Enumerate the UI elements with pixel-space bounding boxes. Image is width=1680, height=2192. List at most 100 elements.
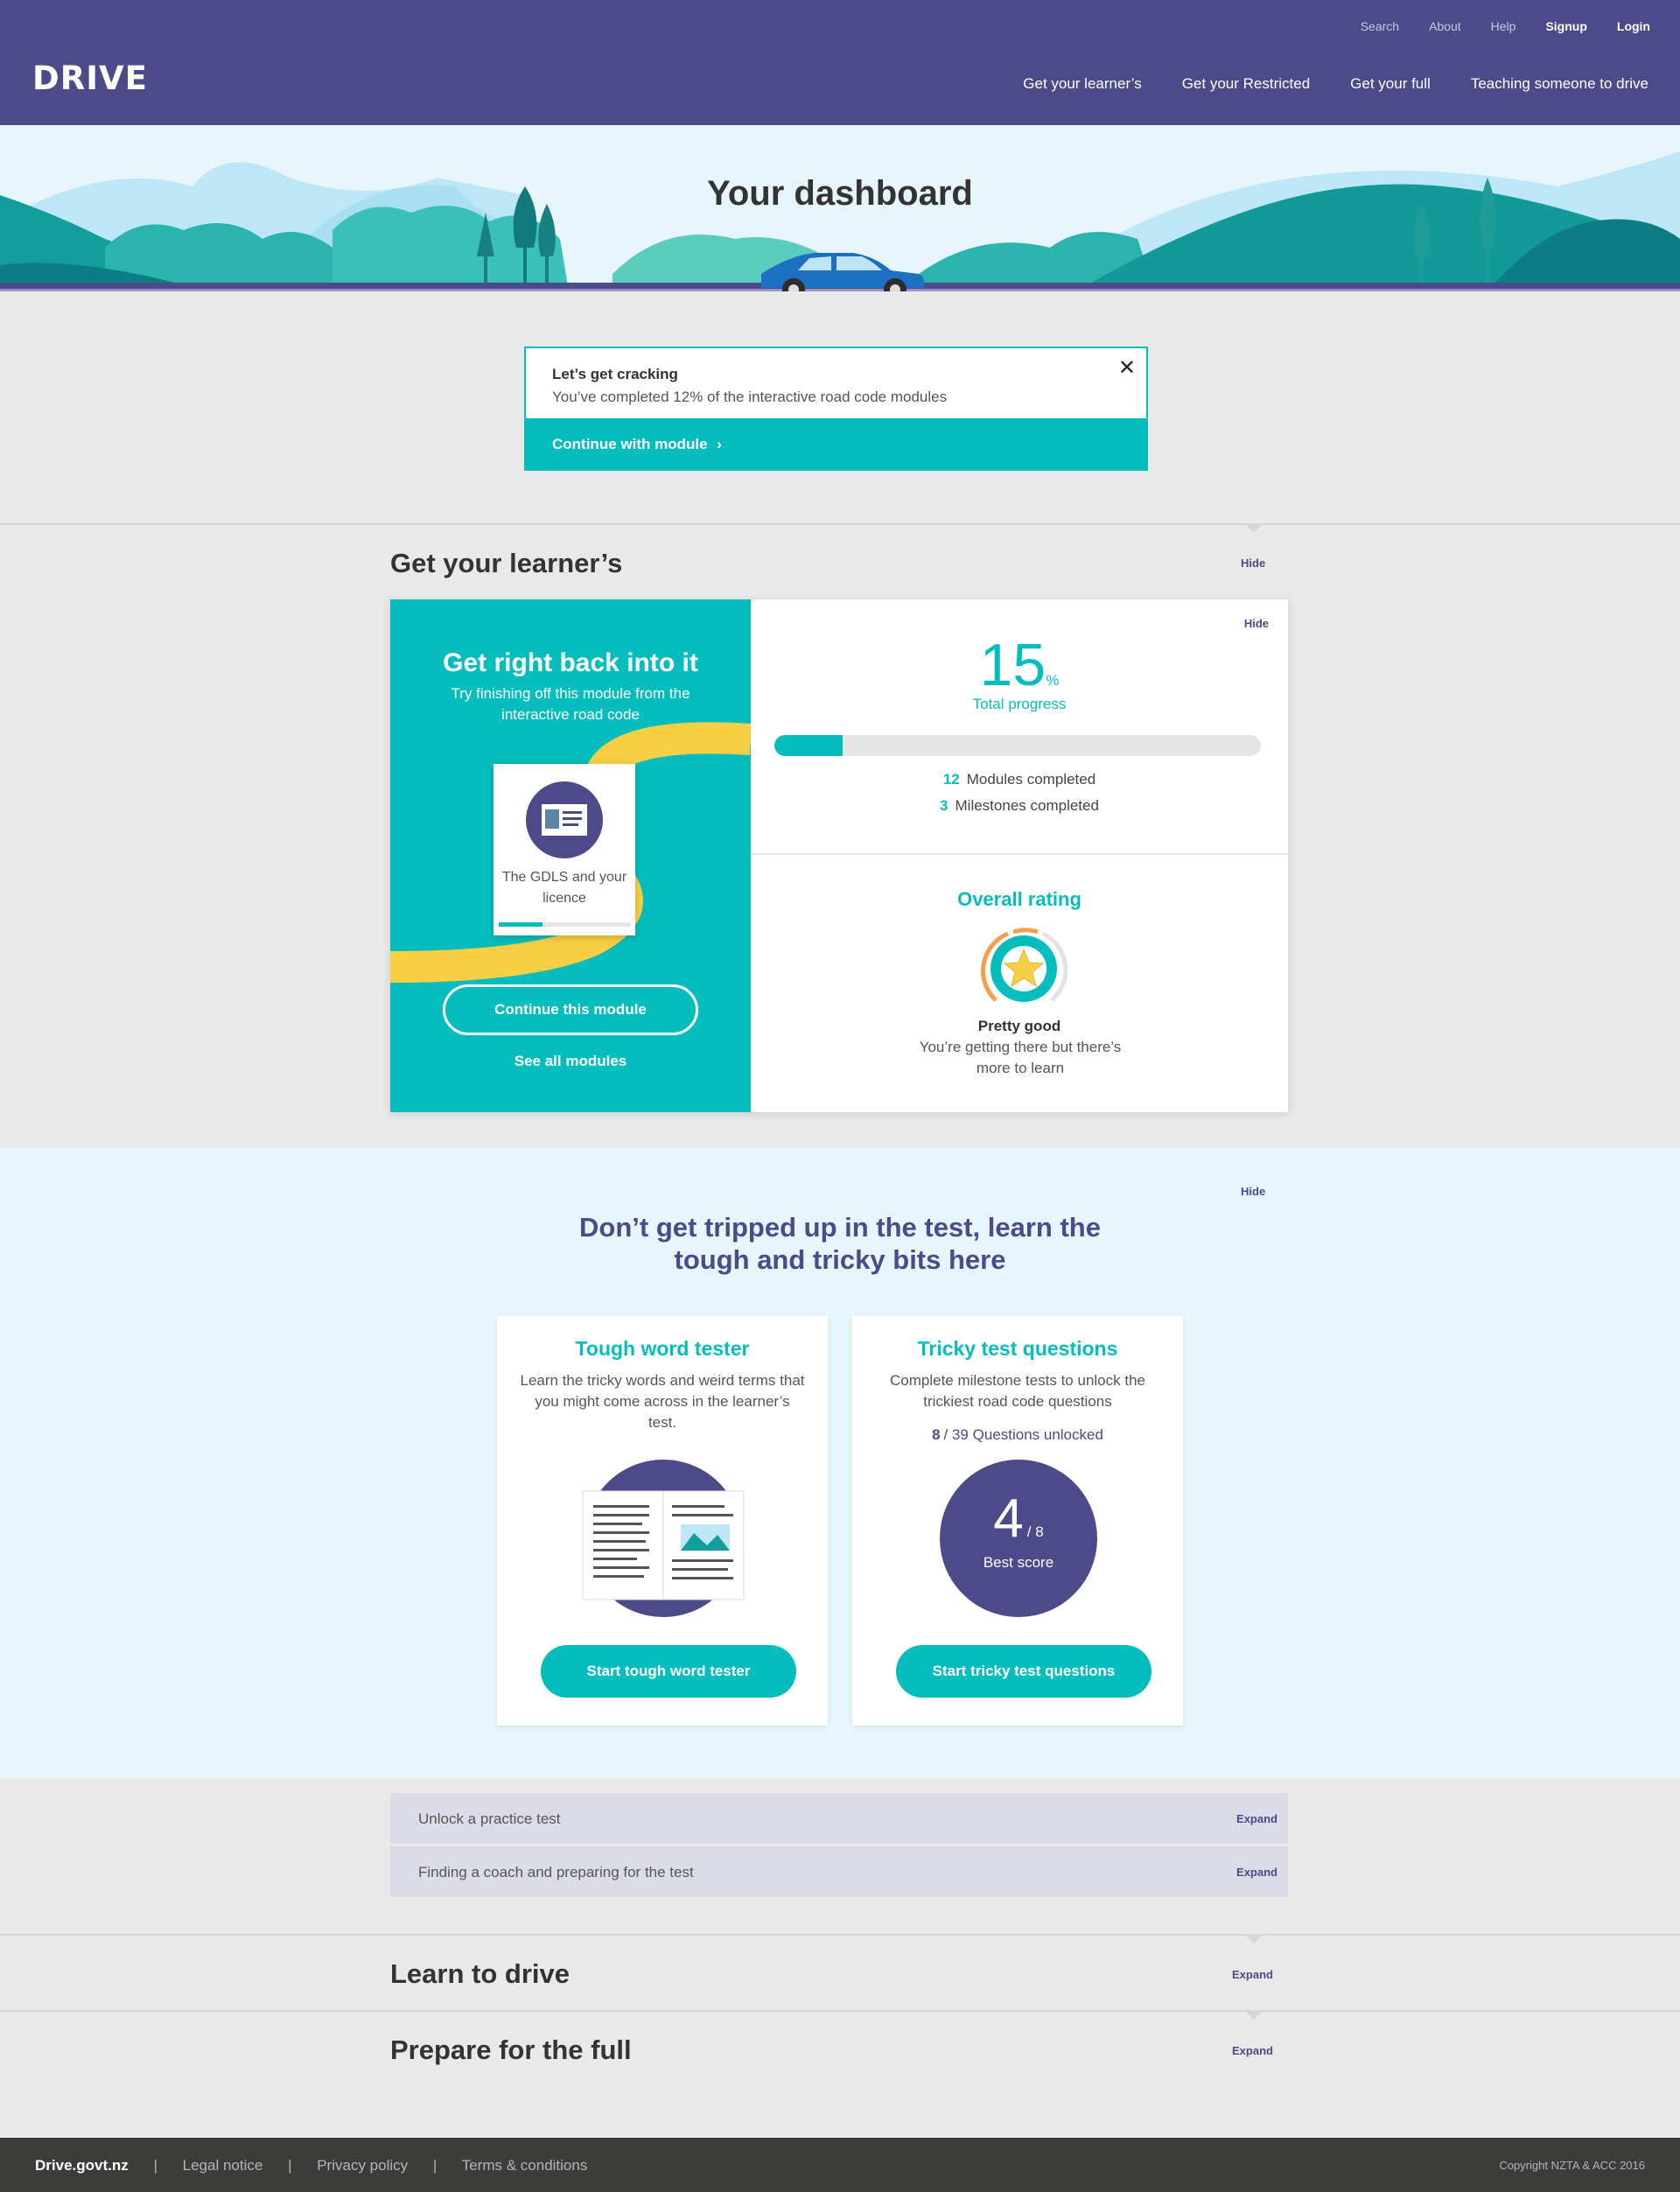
start-tricky-questions-button[interactable]: Start tricky test questions xyxy=(896,1645,1152,1698)
best-score-number: 4 xyxy=(993,1488,1024,1549)
caret-down-icon xyxy=(1246,2012,1262,2020)
tricky-questions-description: Complete milestone tests to unlock the t… xyxy=(890,1372,1145,1410)
learner-progress-card: Get right back into it Try finishing off… xyxy=(390,599,1288,1112)
footer-brand-link[interactable]: Drive.govt.nz xyxy=(35,2157,129,2174)
continue-this-module-button[interactable]: Continue this module xyxy=(443,984,698,1035)
main-nav-full[interactable]: Get your full xyxy=(1350,75,1431,93)
notice-title: Let’s get cracking xyxy=(552,366,678,382)
section-title-learn-to-drive: Learn to drive xyxy=(390,1958,570,1989)
main-nav: Get your learner’s Get your Restricted G… xyxy=(983,75,1648,93)
open-book-icon xyxy=(582,1460,745,1617)
milestones-completed-stat: 3 Milestones completed xyxy=(751,797,1288,815)
hide-learners-link[interactable]: Hide xyxy=(1241,557,1265,570)
best-score-total: / 8 xyxy=(1026,1523,1044,1540)
expand-link[interactable]: Expand xyxy=(1236,1812,1278,1825)
footer-separator: | xyxy=(153,2157,158,2174)
tough-word-description: Learn the tricky words and weird terms t… xyxy=(520,1372,805,1431)
accordion-finding-coach[interactable]: Finding a coach and preparing for the te… xyxy=(390,1846,1288,1899)
module-title: The GDLS and your licence xyxy=(501,870,627,906)
milestones-count: 3 xyxy=(940,797,948,814)
chevron-right-icon: › xyxy=(717,436,722,452)
site-footer: Drive.govt.nz | Legal notice | Privacy p… xyxy=(0,2138,1680,2192)
best-score-label: Best score xyxy=(983,1554,1054,1571)
tough-word-tester-card: Tough word tester Learn the tricky words… xyxy=(497,1316,828,1726)
best-score-badge: 4/ 8 Best score xyxy=(940,1460,1097,1617)
notice-text: You’ve completed 12% of the interactive … xyxy=(552,389,948,405)
util-nav-search[interactable]: Search xyxy=(1361,19,1399,33)
module-progress-fill xyxy=(499,922,542,927)
tricky-heading-line2: tough and tricky bits here xyxy=(674,1244,1006,1275)
util-nav-help[interactable]: Help xyxy=(1491,19,1516,33)
page-title: Your dashboard xyxy=(707,174,973,213)
best-score-value: 4/ 8 xyxy=(940,1488,1097,1550)
questions-unlocked-text: / 39 Questions unlocked xyxy=(943,1426,1103,1443)
total-progress-value: 15% xyxy=(751,631,1288,699)
continue-with-module-label: Continue with module xyxy=(552,436,708,452)
modules-completed-stat: 12 Modules completed xyxy=(751,771,1288,788)
drive-logo[interactable]: DRIVE xyxy=(32,60,148,97)
progress-unit: % xyxy=(1046,672,1060,689)
main-nav-teaching[interactable]: Teaching someone to drive xyxy=(1471,75,1648,93)
tricky-heading-line1: Don’t get tripped up in the test, learn … xyxy=(579,1212,1101,1243)
util-nav-signup[interactable]: Signup xyxy=(1545,19,1586,33)
resume-subtext: Try finishing off this module from the i… xyxy=(451,685,690,723)
hide-tricky-link[interactable]: Hide xyxy=(1241,1185,1265,1198)
footer-privacy-link[interactable]: Privacy policy xyxy=(317,2157,408,2174)
hide-progress-link[interactable]: Hide xyxy=(1244,617,1269,630)
total-progress-fill xyxy=(774,735,843,756)
licence-card-icon xyxy=(526,781,603,858)
milestones-label: Milestones completed xyxy=(955,797,1099,814)
tricky-questions-title: Tricky test questions xyxy=(917,1337,1118,1360)
site-header: DRIVE Search About Help Signup Login Get… xyxy=(0,0,1680,125)
modules-count: 12 xyxy=(942,771,960,788)
modules-label: Modules completed xyxy=(966,771,1096,788)
tricky-questions-card: Tricky test questions Complete milestone… xyxy=(852,1316,1183,1726)
hero-banner: Your dashboard xyxy=(0,125,1680,291)
rating-label: Pretty good xyxy=(977,1018,1061,1034)
section-divider xyxy=(0,1934,1680,1936)
questions-unlocked-count: 8 xyxy=(932,1426,941,1443)
total-progress-panel: Hide 15% Total progress 12 Modules comple… xyxy=(751,599,1288,855)
module-card[interactable]: The GDLS and your licence xyxy=(494,764,635,935)
expand-prepare-full-link[interactable]: Expand xyxy=(1232,2044,1273,2057)
module-progress-bar xyxy=(499,922,630,927)
expand-learn-to-drive-link[interactable]: Expand xyxy=(1232,1968,1273,1981)
tricky-heading: Don’t get tripped up in the test, learn … xyxy=(0,1211,1680,1276)
continue-with-module-button[interactable]: Continue with module › xyxy=(526,418,1146,469)
progress-notice: Let’s get cracking You’ve completed 12% … xyxy=(524,347,1148,471)
caret-down-icon xyxy=(1246,1936,1262,1943)
section-divider xyxy=(0,523,1680,525)
util-nav-about[interactable]: About xyxy=(1429,19,1461,33)
total-progress-bar xyxy=(774,735,1261,756)
questions-unlocked: 8/ 39 Questions unlocked xyxy=(852,1426,1183,1444)
footer-copyright: Copyright NZTA & ACC 2016 xyxy=(1499,2159,1645,2172)
tricky-bits-section: Hide Don’t get tripped up in the test, l… xyxy=(0,1148,1680,1778)
caret-down-icon xyxy=(1246,525,1262,533)
expand-link[interactable]: Expand xyxy=(1236,1866,1278,1879)
progress-number: 15 xyxy=(979,632,1046,698)
footer-terms-link[interactable]: Terms & conditions xyxy=(462,2157,588,2174)
accordion-label: Unlock a practice test xyxy=(418,1810,561,1827)
resume-module-panel: Get right back into it Try finishing off… xyxy=(390,599,751,1112)
accordion-label: Finding a coach and preparing for the te… xyxy=(418,1864,694,1880)
star-rating-icon xyxy=(981,928,1068,1002)
start-tough-word-tester-button[interactable]: Start tough word tester xyxy=(541,1645,796,1698)
accordion-practice-test[interactable]: Unlock a practice test Expand xyxy=(390,1793,1288,1845)
total-progress-label: Total progress xyxy=(972,696,1067,712)
utility-nav: Search About Help Signup Login xyxy=(1331,19,1650,33)
section-title-learners: Get your learner’s xyxy=(390,548,623,578)
main-nav-restricted[interactable]: Get your Restricted xyxy=(1182,75,1310,93)
section-divider xyxy=(0,2010,1680,2012)
section-title-prepare-full: Prepare for the full xyxy=(390,2034,632,2065)
rating-description: You’re getting there but there’s more to… xyxy=(919,1039,1122,1076)
tough-word-title: Tough word tester xyxy=(575,1337,750,1360)
resume-heading: Get right back into it xyxy=(443,648,698,677)
util-nav-login[interactable]: Login xyxy=(1617,19,1650,33)
footer-legal-link[interactable]: Legal notice xyxy=(183,2157,263,2174)
overall-rating-title: Overall rating xyxy=(957,888,1082,910)
see-all-modules-link[interactable]: See all modules xyxy=(390,1053,751,1070)
footer-separator: | xyxy=(288,2157,292,2174)
main-nav-learners[interactable]: Get your learner’s xyxy=(1023,75,1141,93)
close-icon[interactable]: ✕ xyxy=(1118,355,1136,381)
footer-links: Drive.govt.nz | Legal notice | Privacy p… xyxy=(35,2157,587,2174)
